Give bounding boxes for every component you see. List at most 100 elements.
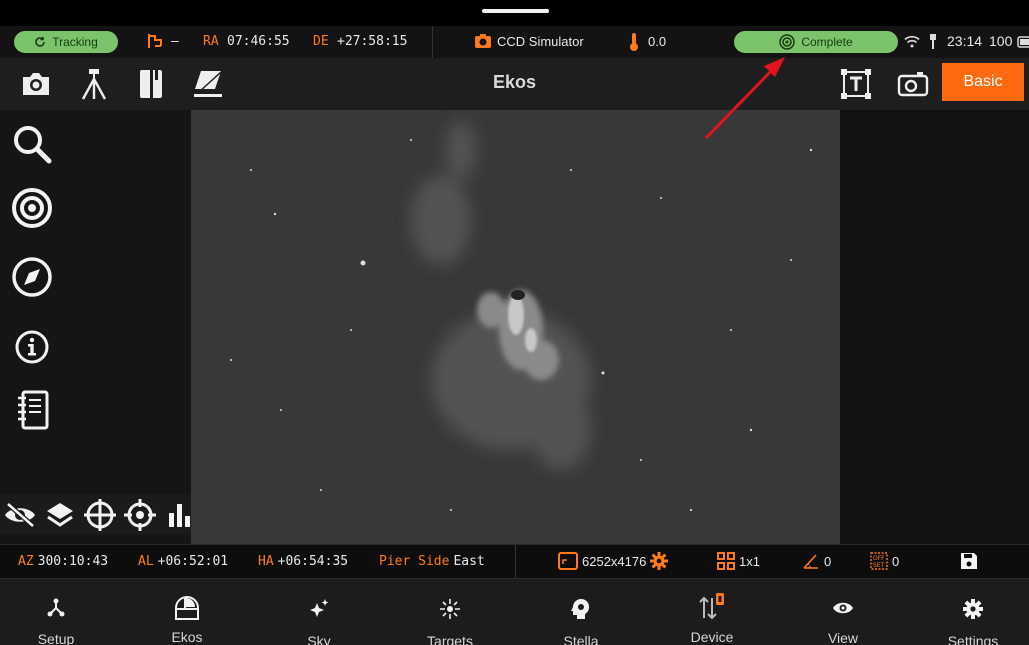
nav-sky[interactable]: Sky <box>264 579 374 645</box>
nav-view[interactable]: View <box>788 579 898 645</box>
nav-label: Stella <box>563 633 599 645</box>
offset-icon: OFFSET <box>870 552 888 570</box>
device-transfer-icon <box>698 593 726 621</box>
nav-targets[interactable]: Targets <box>395 579 505 645</box>
resolution-readout[interactable]: 6252x4176 <box>558 552 669 570</box>
az-readout: AZ 300:10:43 <box>18 554 108 569</box>
target-status-icon <box>779 34 796 50</box>
camera-name: CCD Simulator <box>497 34 584 49</box>
tracking-status-pill[interactable]: Tracking <box>14 31 118 53</box>
mount-icon <box>148 34 162 48</box>
targets-icon <box>439 598 461 620</box>
divider <box>432 26 433 58</box>
save-icon[interactable] <box>960 552 978 570</box>
pier-side-value: East <box>453 554 485 569</box>
offset-readout[interactable]: OFF SET 0 <box>870 552 899 570</box>
system-top-strip <box>0 0 1029 26</box>
coordinates-info-bar: AZ 300:10:43 AL +06:52:01 HA +06:54:35 P… <box>0 544 1029 579</box>
frame-size-icon <box>558 552 578 570</box>
main-toolbar: Ekos Basic <box>0 58 1029 110</box>
clock: 23:14 <box>947 33 983 49</box>
ha-label: HA <box>258 554 274 569</box>
info-icon[interactable] <box>10 325 54 369</box>
rotation-value: 0 <box>824 553 832 569</box>
fits-image-viewer[interactable] <box>191 110 840 544</box>
al-readout: AL +06:52:01 <box>138 554 228 569</box>
overlay-toolbar <box>0 495 201 535</box>
az-label: AZ <box>18 554 34 569</box>
gear-icon[interactable] <box>650 552 669 570</box>
nebula-image <box>191 110 840 544</box>
pier-side-readout: Pier Side East <box>379 554 485 569</box>
camera-icon[interactable] <box>19 67 53 101</box>
target-icon[interactable] <box>10 186 54 230</box>
nav-label: View <box>827 630 859 645</box>
solver-status-pill[interactable]: Complete <box>734 31 898 53</box>
battery-icon <box>1017 36 1029 48</box>
rotation-readout[interactable]: 0 <box>802 552 831 570</box>
complete-label: Complete <box>801 35 853 49</box>
offset-value: 0 <box>892 553 900 569</box>
binning-value: 1x1 <box>739 553 760 569</box>
binning-readout[interactable]: 1x1 <box>717 552 760 570</box>
camera-status-icon <box>475 34 491 48</box>
tripod-icon[interactable] <box>77 67 111 101</box>
nav-setup[interactable]: Setup <box>1 579 111 645</box>
right-panel <box>840 110 1029 544</box>
nav-label: Settings <box>947 633 999 645</box>
nav-label: Ekos <box>171 629 203 645</box>
thermometer-icon <box>630 33 638 51</box>
svg-text:OFF: OFF <box>873 555 885 562</box>
layers-icon[interactable] <box>40 495 80 535</box>
wifi-icon <box>904 35 920 48</box>
mount-value: – <box>171 34 179 49</box>
logbook-icon[interactable] <box>10 388 54 432</box>
hide-icon[interactable] <box>0 495 40 535</box>
svg-text:SET: SET <box>873 562 885 569</box>
gear-icon <box>962 598 984 620</box>
pier-side-label: Pier Side <box>379 554 450 569</box>
ra-value: 07:46:55 <box>227 34 290 49</box>
window-handle[interactable] <box>482 9 549 13</box>
ha-value: +06:54:35 <box>277 554 349 569</box>
eye-icon <box>832 598 854 617</box>
ha-readout: HA +06:54:35 <box>258 554 348 569</box>
nav-label: Sky <box>307 633 331 645</box>
nav-device[interactable]: Device <box>657 579 767 645</box>
de-value: +27:58:15 <box>337 34 408 49</box>
ra-label: RA <box>203 34 219 49</box>
binning-icon <box>717 552 735 570</box>
basic-mode-button[interactable]: Basic <box>942 63 1024 101</box>
battery-percent: 100 <box>989 33 1013 49</box>
text-frame-icon[interactable] <box>839 67 873 101</box>
observatory-icon <box>173 594 201 620</box>
nav-ekos[interactable]: Ekos <box>132 579 242 645</box>
usb-icon <box>930 34 936 49</box>
refresh-icon <box>35 37 46 47</box>
compass-icon[interactable] <box>10 255 54 299</box>
target-crosshair-icon[interactable] <box>120 495 160 535</box>
tracking-label: Tracking <box>52 35 98 49</box>
notebook-icon[interactable] <box>134 67 168 101</box>
search-icon[interactable] <box>10 122 54 166</box>
snapshot-icon[interactable] <box>896 67 930 101</box>
status-bar: Tracking – RA 07:46:55 DE +27:58:15 CCD … <box>0 26 1029 58</box>
setup-icon <box>46 598 66 618</box>
nav-label: Setup <box>37 631 75 645</box>
nav-stella[interactable]: Stella <box>526 579 636 645</box>
temperature-value: 0.0 <box>648 34 667 49</box>
assistant-head-icon <box>570 598 592 620</box>
nav-settings[interactable]: Settings <box>918 579 1028 645</box>
de-label: DE <box>313 34 329 49</box>
az-value: 300:10:43 <box>37 554 109 569</box>
sparkles-icon <box>308 598 330 620</box>
resolution-value: 6252x4176 <box>582 553 647 569</box>
left-tool-panel <box>0 110 201 544</box>
nav-label: Targets <box>427 633 473 645</box>
crosshair-icon[interactable] <box>80 495 120 535</box>
polar-align-icon[interactable] <box>191 67 225 101</box>
bottom-navigation: Setup Ekos Sky Targets Stella Device Vie… <box>0 578 1029 645</box>
al-value: +06:52:01 <box>157 554 229 569</box>
rotation-angle-icon <box>803 554 818 569</box>
nav-label: Device <box>690 629 734 645</box>
